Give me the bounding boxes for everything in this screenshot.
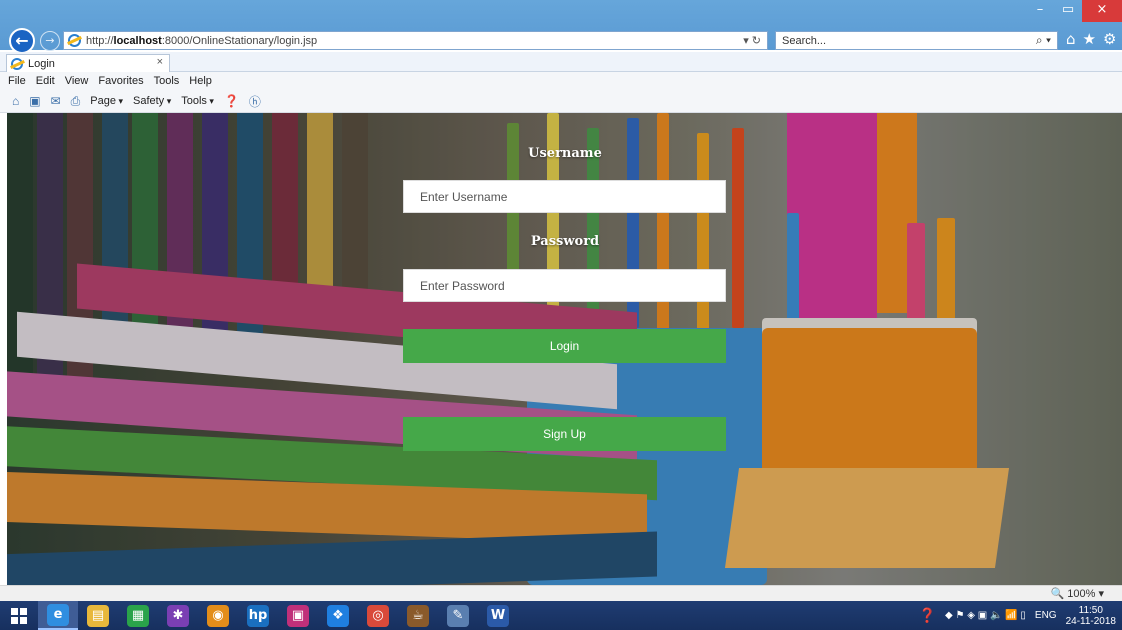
browser-titlebar: – ▭ × ← → http://localhost:8000/OnlineSt… bbox=[0, 0, 1122, 54]
taskbar-app-tools[interactable]: ✎ bbox=[438, 601, 478, 630]
home-icon[interactable]: ⌂ bbox=[12, 94, 19, 108]
favorites-star-icon[interactable]: ★ bbox=[1083, 30, 1096, 48]
hp-icon[interactable]: ⓗ bbox=[249, 93, 261, 110]
taskbar-app-paint[interactable]: ✱ bbox=[158, 601, 198, 630]
taskbar-app-file-explorer[interactable]: ▤ bbox=[78, 601, 118, 630]
maximize-button[interactable]: ▭ bbox=[1054, 0, 1082, 22]
safety-menu[interactable]: Safety bbox=[133, 95, 171, 107]
store-icon: ▦ bbox=[127, 604, 149, 627]
tab-login[interactable]: Login × bbox=[6, 54, 170, 72]
help-icon[interactable]: ❓ bbox=[224, 94, 239, 108]
print-icon[interactable]: ⎙ bbox=[71, 94, 81, 109]
arrow-left-icon: ← bbox=[15, 31, 29, 50]
search-icon[interactable]: ⌕ ▾ bbox=[1036, 33, 1051, 48]
system-tray: ❓ ◆ ⚑ ◈ ▣ 🔈 📶 ▯ ENG 11:50 24-11-2018 bbox=[919, 601, 1116, 630]
arrow-right-icon: → bbox=[45, 34, 55, 47]
address-bar[interactable]: http://localhost:8000/OnlineStationary/l… bbox=[63, 31, 768, 50]
feeds-icon[interactable]: ▣ bbox=[29, 94, 40, 108]
username-input[interactable] bbox=[403, 180, 726, 213]
taskbar-app-ie[interactable]: e bbox=[38, 601, 78, 630]
taskbar-app-dropbox[interactable]: ❖ bbox=[318, 601, 358, 630]
menu-view[interactable]: View bbox=[65, 75, 89, 87]
language-indicator[interactable]: ENG bbox=[1035, 610, 1057, 621]
zoom-control[interactable]: 🔍 100% ▾ bbox=[1051, 587, 1104, 600]
ie-icon bbox=[68, 34, 81, 47]
taskbar-app-hp[interactable]: hp bbox=[238, 601, 278, 630]
search-input[interactable]: Search... ⌕ ▾ bbox=[775, 31, 1058, 50]
chrome-icon: ◎ bbox=[367, 604, 389, 627]
password-input[interactable] bbox=[403, 269, 726, 302]
login-page: Username Password Login Sign Up bbox=[7, 113, 1122, 585]
ie-tab-icon bbox=[11, 57, 23, 70]
mail-icon[interactable]: ✉ bbox=[51, 94, 61, 108]
status-bar: 🔍 100% ▾ bbox=[0, 585, 1122, 601]
taskbar-app-remote[interactable]: ▣ bbox=[278, 601, 318, 630]
tray-icons[interactable]: ◆ ⚑ ◈ ▣ 🔈 📶 ▯ bbox=[945, 610, 1026, 621]
java-icon: ☕ bbox=[407, 604, 429, 627]
home-icon[interactable]: ⌂ bbox=[1066, 30, 1076, 48]
menu-help[interactable]: Help bbox=[189, 75, 212, 87]
menu-file[interactable]: File bbox=[8, 75, 26, 87]
clock-date: 24-11-2018 bbox=[1065, 615, 1116, 627]
password-label: Password bbox=[530, 234, 600, 249]
signup-button[interactable]: Sign Up bbox=[403, 417, 726, 451]
username-label: Username bbox=[528, 146, 602, 161]
media-icon: ◉ bbox=[207, 604, 229, 627]
login-button[interactable]: Login bbox=[403, 329, 726, 363]
clock[interactable]: 11:50 24-11-2018 bbox=[1066, 605, 1116, 627]
dropbox-icon: ❖ bbox=[327, 604, 349, 627]
window-controls: – ▭ × bbox=[1026, 0, 1122, 26]
taskbar-app-media[interactable]: ◉ bbox=[198, 601, 238, 630]
taskbar-app-chrome[interactable]: ◎ bbox=[358, 601, 398, 630]
remote-icon: ▣ bbox=[287, 604, 309, 627]
start-button[interactable] bbox=[0, 601, 38, 630]
clock-time: 11:50 bbox=[1078, 604, 1103, 616]
refresh-icon[interactable]: ▾ ↻ bbox=[743, 34, 761, 47]
browser-toolbar-icons: ⌂ ★ ⚙ bbox=[1066, 30, 1116, 48]
menu-tools[interactable]: Tools bbox=[154, 75, 180, 87]
minimize-button[interactable]: – bbox=[1026, 0, 1054, 22]
tools-menu[interactable]: Tools bbox=[181, 95, 214, 107]
taskbar-apps: e ▤ ▦ ✱ ◉ hp ▣ ❖ ◎ ☕ ✎ W bbox=[38, 601, 518, 630]
forward-button[interactable]: → bbox=[40, 31, 60, 51]
file-explorer-icon: ▤ bbox=[87, 604, 109, 627]
tab-close-icon[interactable]: × bbox=[157, 56, 163, 68]
close-button[interactable]: × bbox=[1082, 0, 1122, 22]
taskbar-app-store[interactable]: ▦ bbox=[118, 601, 158, 630]
address-scheme: http:// bbox=[86, 34, 114, 47]
search-placeholder: Search... bbox=[782, 34, 827, 47]
menu-bar: File Edit View Favorites Tools Help bbox=[0, 72, 1122, 90]
menu-edit[interactable]: Edit bbox=[36, 75, 55, 87]
help-icon[interactable]: ❓ bbox=[919, 607, 936, 624]
command-bar: ⌂ ▣ ✉ ⎙ Page Safety Tools ❓ ⓗ bbox=[0, 90, 1122, 113]
menu-favorites[interactable]: Favorites bbox=[98, 75, 143, 87]
page-menu[interactable]: Page bbox=[90, 95, 123, 107]
ie-icon: e bbox=[47, 603, 69, 626]
back-button[interactable]: ← bbox=[9, 28, 35, 54]
paint-icon: ✱ bbox=[167, 604, 189, 627]
taskbar-app-java[interactable]: ☕ bbox=[398, 601, 438, 630]
tab-strip: Login × bbox=[0, 52, 1122, 72]
tools-icon: ✎ bbox=[447, 604, 469, 627]
hp-icon: hp bbox=[247, 604, 269, 627]
settings-gear-icon[interactable]: ⚙ bbox=[1103, 30, 1116, 48]
address-path: :8000/OnlineStationary/login.jsp bbox=[161, 34, 318, 47]
address-host: localhost bbox=[113, 34, 162, 47]
word-icon: W bbox=[487, 604, 509, 627]
taskbar-app-word[interactable]: W bbox=[478, 601, 518, 630]
windows-logo-icon bbox=[11, 607, 27, 624]
tab-title: Login bbox=[28, 57, 55, 70]
